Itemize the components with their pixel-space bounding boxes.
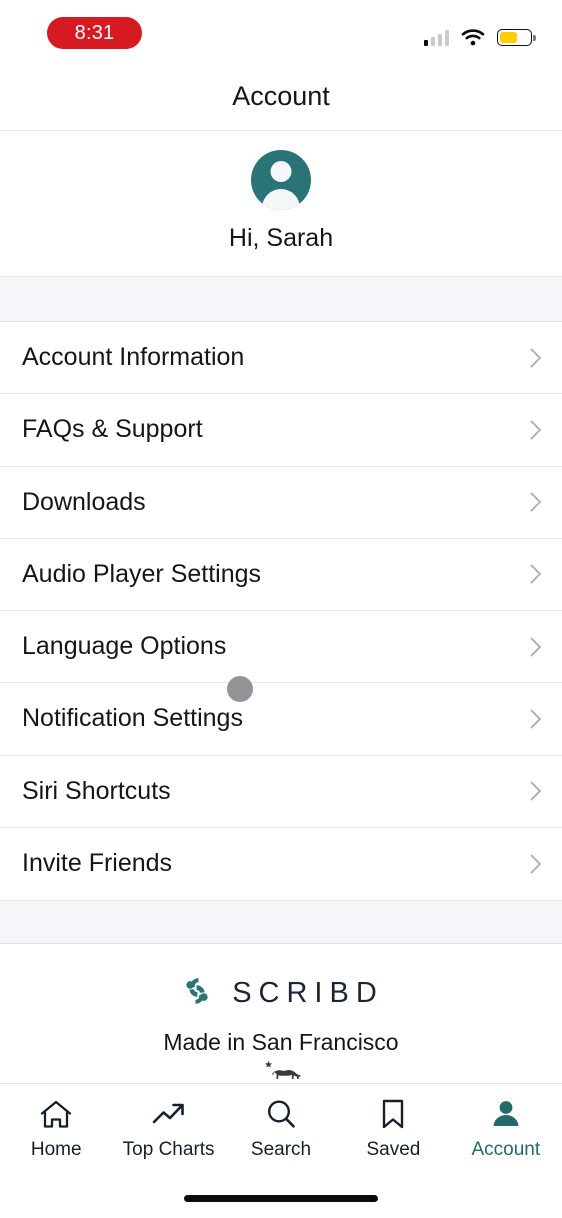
menu-item-language-options[interactable]: Language Options — [0, 611, 562, 684]
tab-search[interactable]: Search — [225, 1096, 337, 1174]
california-bear-icon — [251, 1058, 311, 1084]
tab-home[interactable]: Home — [0, 1096, 112, 1174]
scribd-logo-icon — [178, 972, 216, 1015]
chevron-right-icon — [530, 348, 542, 368]
menu-item-notification-settings[interactable]: Notification Settings — [0, 683, 562, 756]
touch-cursor-indicator — [227, 676, 253, 702]
menu-item-audio-player-settings[interactable]: Audio Player Settings — [0, 538, 562, 611]
menu-item-label: Notification Settings — [22, 704, 243, 733]
menu-item-invite-friends[interactable]: Invite Friends — [0, 827, 562, 900]
brand-lockup: SCRIBD — [178, 972, 384, 1015]
brand-footer: SCRIBD Made in San Francisco — [0, 944, 562, 1084]
chevron-right-icon — [530, 781, 542, 801]
tab-account[interactable]: Account — [450, 1096, 562, 1174]
menu-item-faqs-support[interactable]: FAQs & Support — [0, 394, 562, 467]
tab-saved[interactable]: Saved — [337, 1096, 449, 1174]
tab-label: Search — [250, 1139, 312, 1160]
menu-item-label: Language Options — [22, 632, 227, 661]
chevron-right-icon — [530, 709, 542, 729]
tab-label: Top Charts — [122, 1139, 215, 1160]
page-title: Account — [232, 80, 330, 111]
chevron-right-icon — [530, 420, 542, 440]
tab-label: Account — [471, 1139, 541, 1160]
menu-item-downloads[interactable]: Downloads — [0, 466, 562, 539]
person-icon — [491, 1096, 521, 1132]
navigation-bar: Account — [0, 62, 562, 131]
battery-icon — [497, 29, 536, 46]
scribd-wordmark: SCRIBD — [232, 977, 384, 1009]
recording-time-pill: 8:31 — [47, 17, 142, 49]
menu-item-siri-shortcuts[interactable]: Siri Shortcuts — [0, 755, 562, 828]
tab-top-charts[interactable]: Top Charts — [112, 1096, 224, 1174]
menu-item-account-information[interactable]: Account Information — [0, 322, 562, 395]
menu-item-label: Account Information — [22, 343, 245, 372]
section-spacer-bottom — [0, 900, 562, 944]
made-in-text: Made in San Francisco — [163, 1029, 399, 1055]
wifi-icon — [461, 29, 485, 46]
tab-label: Saved — [366, 1139, 421, 1160]
bookmark-icon — [380, 1096, 406, 1132]
search-icon — [265, 1096, 297, 1132]
status-bar: 8:31 — [0, 0, 562, 62]
chevron-right-icon — [530, 854, 542, 874]
section-spacer-top — [0, 276, 562, 322]
menu-item-label: Audio Player Settings — [22, 559, 262, 588]
chevron-right-icon — [530, 637, 542, 657]
bottom-tab-bar: Home Top Charts Search Saved Account — [0, 1083, 562, 1218]
home-icon — [39, 1096, 73, 1132]
menu-item-label: FAQs & Support — [22, 415, 203, 444]
phone-screen: 8:31 Account Hi, Sarah Account Informati… — [0, 0, 562, 1218]
menu-item-label: Siri Shortcuts — [22, 776, 171, 805]
greeting-text: Hi, Sarah — [228, 224, 334, 252]
status-bar-indicators — [423, 24, 536, 46]
status-bar-time: 8:31 — [74, 21, 115, 44]
user-avatar-icon[interactable] — [251, 150, 311, 210]
home-indicator[interactable] — [184, 1195, 378, 1202]
trending-up-icon — [151, 1096, 187, 1132]
profile-section: Hi, Sarah — [0, 131, 562, 276]
chevron-right-icon — [530, 564, 542, 584]
chevron-right-icon — [530, 492, 542, 512]
tab-label: Home — [30, 1139, 82, 1160]
account-menu-list: Account Information FAQs & Support Downl… — [0, 322, 562, 900]
menu-item-label: Invite Friends — [22, 849, 173, 878]
cellular-signal-icon — [423, 30, 449, 46]
menu-item-label: Downloads — [22, 487, 146, 516]
